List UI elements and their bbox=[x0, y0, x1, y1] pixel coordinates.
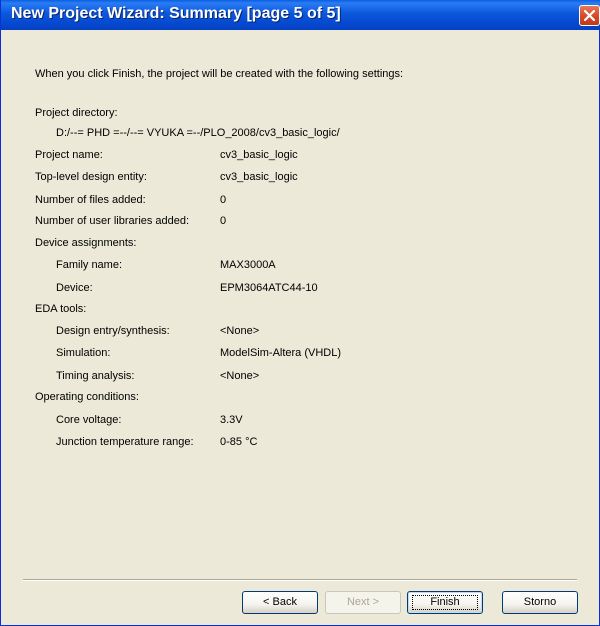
user-libraries-value: 0 bbox=[220, 215, 227, 227]
cancel-button[interactable]: Storno bbox=[502, 591, 578, 614]
files-added-value: 0 bbox=[220, 194, 227, 206]
close-button[interactable] bbox=[579, 5, 600, 26]
core-voltage-row: Core voltage: 3.3V bbox=[56, 413, 456, 427]
intro-text: When you click Finish, the project will … bbox=[35, 68, 404, 80]
project-directory-value: D:/--= PHD =--/--= VYUKA =--/PLO_2008/cv… bbox=[56, 127, 340, 139]
summary-panel: When you click Finish, the project will … bbox=[1, 30, 599, 624]
design-entry-label: Design entry/synthesis: bbox=[56, 325, 170, 337]
button-separator bbox=[23, 579, 577, 581]
title-bar[interactable]: New Project Wizard: Summary [page 5 of 5… bbox=[1, 0, 600, 30]
project-name-label: Project name: bbox=[35, 149, 103, 161]
family-value: MAX3000A bbox=[220, 259, 276, 271]
files-added-row: Number of files added: 0 bbox=[35, 193, 435, 207]
close-icon bbox=[584, 10, 595, 21]
device-assignments-label: Device assignments: bbox=[35, 237, 137, 249]
junction-temp-value: 0-85 °C bbox=[220, 436, 258, 448]
project-name-row: Project name: cv3_basic_logic bbox=[35, 148, 435, 162]
user-libraries-label: Number of user libraries added: bbox=[35, 215, 190, 227]
wizard-window: New Project Wizard: Summary [page 5 of 5… bbox=[0, 0, 600, 626]
core-voltage-label: Core voltage: bbox=[56, 414, 122, 426]
project-directory-label: Project directory: bbox=[35, 107, 118, 119]
device-value: EPM3064ATC44-10 bbox=[220, 282, 318, 294]
timing-label: Timing analysis: bbox=[56, 370, 135, 382]
device-label: Device: bbox=[56, 282, 93, 294]
files-added-label: Number of files added: bbox=[35, 194, 146, 206]
operating-conditions-label: Operating conditions: bbox=[35, 391, 139, 403]
back-button[interactable]: < Back bbox=[242, 591, 318, 614]
device-row: Device: EPM3064ATC44-10 bbox=[56, 281, 456, 295]
design-entry-value: <None> bbox=[220, 325, 260, 337]
timing-value: <None> bbox=[220, 370, 260, 382]
top-level-label: Top-level design entity: bbox=[35, 171, 147, 183]
core-voltage-value: 3.3V bbox=[220, 414, 243, 426]
next-button[interactable]: Next > bbox=[325, 591, 401, 614]
family-label: Family name: bbox=[56, 259, 123, 271]
user-libraries-row: Number of user libraries added: 0 bbox=[35, 214, 435, 228]
finish-button[interactable]: Finish bbox=[407, 591, 483, 614]
junction-temp-row: Junction temperature range: 0-85 °C bbox=[56, 435, 456, 449]
top-level-value: cv3_basic_logic bbox=[220, 171, 298, 183]
simulation-label: Simulation: bbox=[56, 347, 111, 359]
junction-temp-label: Junction temperature range: bbox=[56, 436, 194, 448]
window-title: New Project Wizard: Summary [page 5 of 5… bbox=[11, 5, 341, 22]
eda-tools-label: EDA tools: bbox=[35, 303, 87, 315]
simulation-row: Simulation: ModelSim-Altera (VHDL) bbox=[56, 346, 456, 360]
top-level-row: Top-level design entity: cv3_basic_logic bbox=[35, 170, 435, 184]
project-name-value: cv3_basic_logic bbox=[220, 149, 298, 161]
focus-rect bbox=[412, 595, 478, 610]
timing-row: Timing analysis: <None> bbox=[56, 369, 456, 383]
family-row: Family name: MAX3000A bbox=[56, 258, 456, 272]
simulation-value: ModelSim-Altera (VHDL) bbox=[220, 347, 342, 359]
design-entry-row: Design entry/synthesis: <None> bbox=[56, 324, 456, 338]
